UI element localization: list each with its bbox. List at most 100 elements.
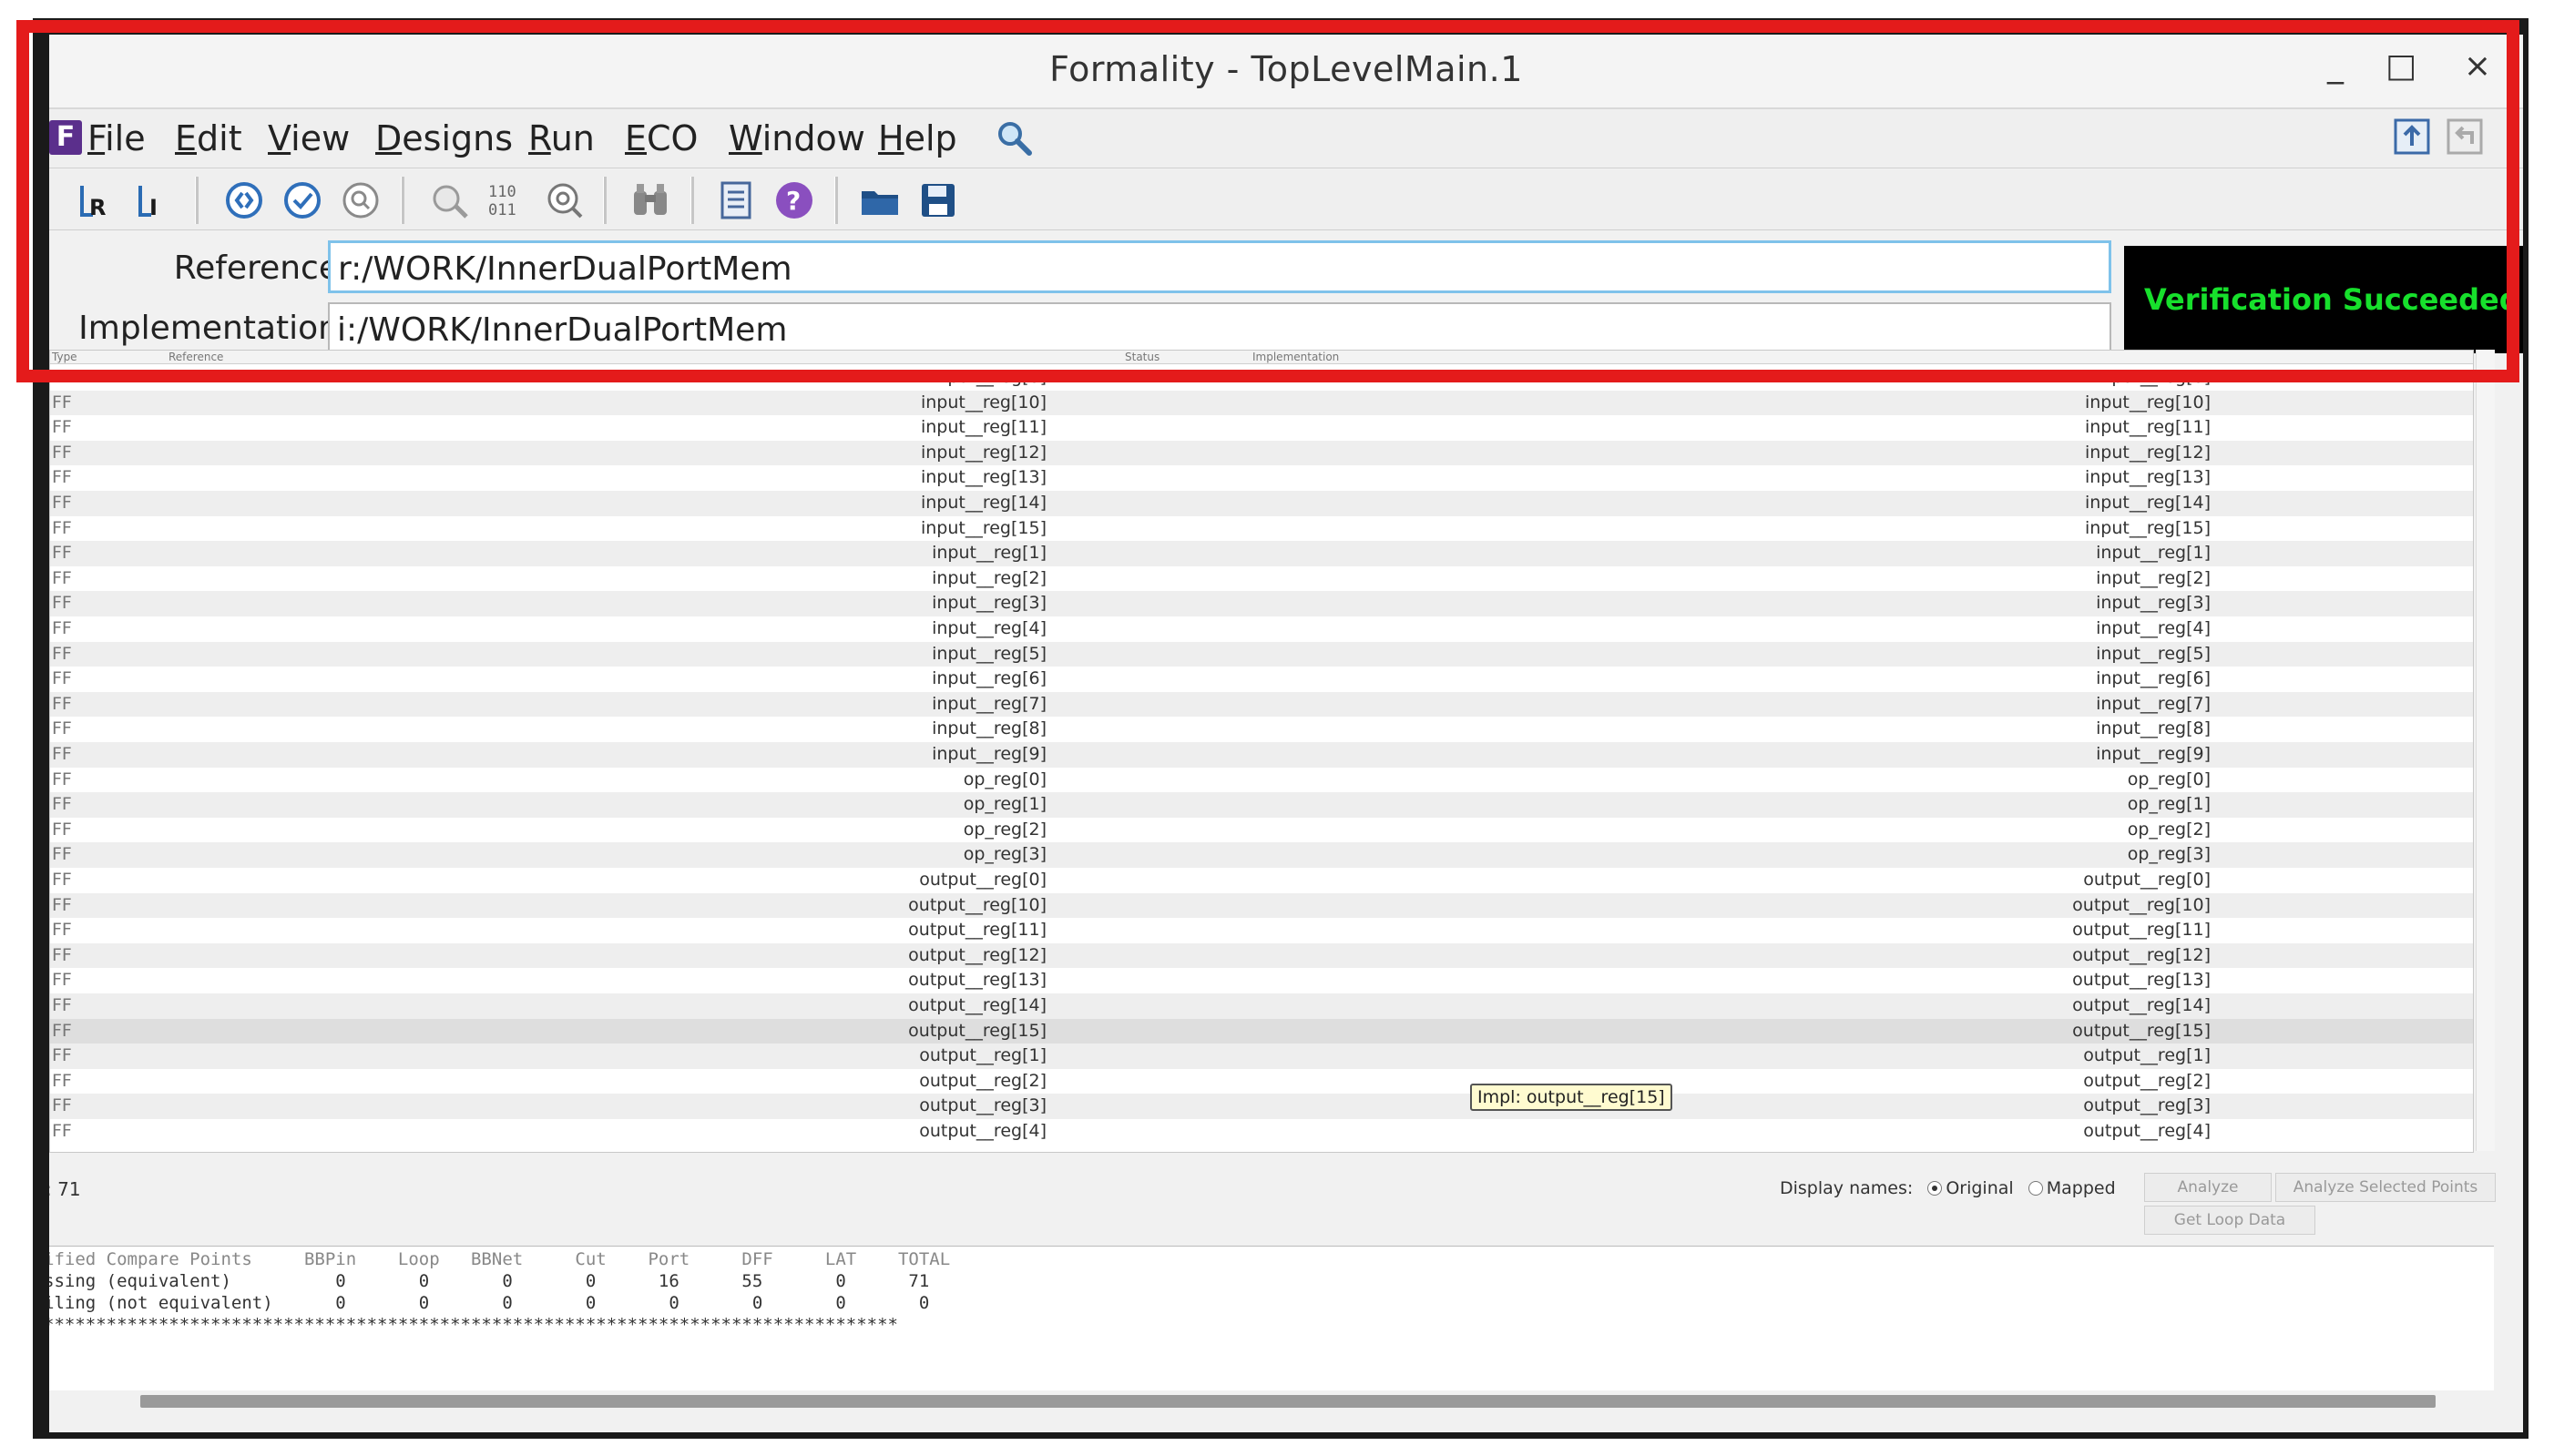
table-row[interactable]: FF input__reg[2] input__reg[2] (50, 566, 2473, 592)
row-reference: input__reg[15] (920, 517, 1047, 538)
row-type: FF (52, 870, 72, 890)
row-reference: input__reg[10] (920, 392, 1047, 412)
row-implementation: input__reg[1] (2096, 543, 2211, 564)
row-reference: output__reg[15] (908, 1020, 1047, 1041)
table-row[interactable]: FF input__reg[5] input__reg[5] (50, 641, 2473, 667)
row-reference: input__reg[11] (920, 417, 1047, 438)
row-reference: output__reg[3] (919, 1095, 1047, 1116)
table-row[interactable]: FF input__reg[3] input__reg[3] (50, 591, 2473, 616)
table-row[interactable]: FF output__reg[14] output__reg[14] (50, 993, 2473, 1019)
row-type: FF (52, 668, 72, 689)
radio-mapped[interactable] (2028, 1181, 2043, 1196)
row-implementation: input__reg[2] (2096, 567, 2211, 588)
table-row[interactable]: FF input__reg[4] input__reg[4] (50, 616, 2473, 642)
row-reference: output__reg[12] (908, 944, 1047, 965)
compare-point-count: : 71 (49, 1178, 81, 1200)
row-implementation: input__reg[5] (2096, 643, 2211, 664)
table-row[interactable]: FF output__reg[11] output__reg[11] (50, 918, 2473, 943)
row-reference: input__reg[2] (932, 567, 1047, 588)
table-row[interactable]: FF input__reg[14] input__reg[14] (50, 491, 2473, 516)
horizontal-scrollbar[interactable] (140, 1395, 2436, 1408)
row-reference: input__reg[9] (932, 744, 1047, 764)
table-row[interactable]: FF input__reg[6] input__reg[6] (50, 667, 2473, 692)
row-reference: output__reg[1] (919, 1045, 1047, 1066)
row-implementation: output__reg[2] (2083, 1070, 2211, 1091)
table-row[interactable]: FF input__reg[8] input__reg[8] (50, 717, 2473, 742)
row-reference: op_reg[1] (963, 794, 1047, 815)
table-row[interactable]: FF input__reg[13] input__reg[13] (50, 465, 2473, 491)
row-type: FF (52, 769, 72, 789)
row-implementation: output__reg[14] (2072, 995, 2211, 1015)
table-row[interactable]: FF input__reg[11] input__reg[11] (50, 415, 2473, 441)
table-row[interactable]: FF output__reg[3] output__reg[3] (50, 1094, 2473, 1119)
table-row[interactable]: FF op_reg[1] op_reg[1] (50, 792, 2473, 818)
get-loop-data-button[interactable]: Get Loop Data (2144, 1206, 2315, 1235)
row-type: FF (52, 844, 72, 865)
row-implementation: op_reg[1] (2127, 794, 2211, 815)
row-reference: input__reg[14] (920, 493, 1047, 513)
row-type: FF (52, 794, 72, 815)
table-row[interactable]: FF input__reg[1] input__reg[1] (50, 541, 2473, 566)
table-row[interactable]: FF input__reg[15] input__reg[15] (50, 516, 2473, 542)
row-reference: input__reg[5] (932, 643, 1047, 664)
table-row[interactable]: FF output__reg[13] output__reg[13] (50, 968, 2473, 993)
row-reference: output__reg[13] (908, 970, 1047, 991)
row-reference: op_reg[3] (963, 844, 1047, 865)
row-type: FF (52, 392, 72, 412)
row-type: FF (52, 1020, 72, 1041)
row-implementation: output__reg[3] (2083, 1095, 2211, 1116)
row-type: FF (52, 618, 72, 638)
table-row[interactable]: FF op_reg[3] op_reg[3] (50, 842, 2473, 868)
row-reference: output__reg[11] (908, 920, 1047, 941)
row-reference: output__reg[0] (919, 870, 1047, 890)
row-reference: input__reg[13] (920, 467, 1047, 488)
radio-original-label[interactable]: Original (1946, 1178, 2013, 1198)
table-row[interactable]: FF output__reg[1] output__reg[1] (50, 1044, 2473, 1069)
row-implementation: output__reg[15] (2072, 1020, 2211, 1041)
table-row[interactable]: FF input__reg[10] input__reg[10] (50, 390, 2473, 416)
row-type: FF (52, 1070, 72, 1091)
radio-mapped-label[interactable]: Mapped (2047, 1178, 2116, 1198)
table-row[interactable]: FF output__reg[0] output__reg[0] (50, 868, 2473, 893)
row-type: FF (52, 1045, 72, 1066)
table-row[interactable]: FF op_reg[0] op_reg[0] (50, 768, 2473, 793)
row-implementation: op_reg[2] (2127, 819, 2211, 840)
row-type: FF (52, 1095, 72, 1116)
report-header: ified Compare Points BBPin Loop BBNet Cu… (49, 1249, 951, 1269)
row-reference: input__reg[8] (932, 718, 1047, 739)
table-row[interactable]: FF input__reg[12] input__reg[12] (50, 440, 2473, 466)
table-row[interactable]: FF output__reg[15] output__reg[15] (50, 1018, 2473, 1044)
analyze-selected-points-button[interactable]: Analyze Selected Points (2275, 1173, 2496, 1202)
table-row[interactable]: FF output__reg[12] output__reg[12] (50, 942, 2473, 969)
compare-points-table: Type Reference Status Implementation FF i… (49, 350, 2474, 1153)
row-implementation: input__reg[3] (2096, 593, 2211, 614)
table-row[interactable]: FF op_reg[2] op_reg[2] (50, 818, 2473, 843)
row-implementation: output__reg[13] (2072, 970, 2211, 991)
table-row[interactable]: FF input__reg[7] input__reg[7] (50, 691, 2473, 718)
verification-report: ified Compare Points BBPin Loop BBNet Cu… (49, 1246, 2494, 1390)
analyze-button[interactable]: Analyze (2144, 1173, 2272, 1202)
row-implementation: output__reg[0] (2083, 870, 2211, 890)
table-row[interactable]: FF output__reg[2] output__reg[2] (50, 1069, 2473, 1095)
row-type: FF (52, 493, 72, 513)
table-row[interactable]: FF input__reg[9] input__reg[9] (50, 742, 2473, 768)
row-type: FF (52, 643, 72, 664)
row-implementation: input__reg[4] (2096, 618, 2211, 638)
row-type: FF (52, 819, 72, 840)
table-row[interactable]: FF output__reg[10] output__reg[10] (50, 892, 2473, 919)
row-reference: input__reg[12] (920, 442, 1047, 463)
row-implementation: input__reg[13] (2084, 467, 2211, 488)
row-reference: output__reg[4] (919, 1121, 1047, 1141)
row-implementation: input__reg[8] (2096, 718, 2211, 739)
table-row[interactable]: FF output__reg[4] output__reg[4] (50, 1119, 2473, 1145)
row-implementation: input__reg[9] (2096, 744, 2211, 764)
row-type: FF (52, 718, 72, 739)
row-reference: output__reg[2] (919, 1070, 1047, 1091)
table-vertical-scrollbar[interactable] (2476, 350, 2495, 1151)
row-implementation: output__reg[12] (2072, 944, 2211, 965)
radio-original[interactable] (1927, 1181, 1943, 1196)
row-reference: input__reg[6] (932, 668, 1047, 689)
row-implementation: input__reg[12] (2084, 442, 2211, 463)
row-reference: input__reg[4] (932, 618, 1047, 638)
row-type: FF (52, 744, 72, 764)
